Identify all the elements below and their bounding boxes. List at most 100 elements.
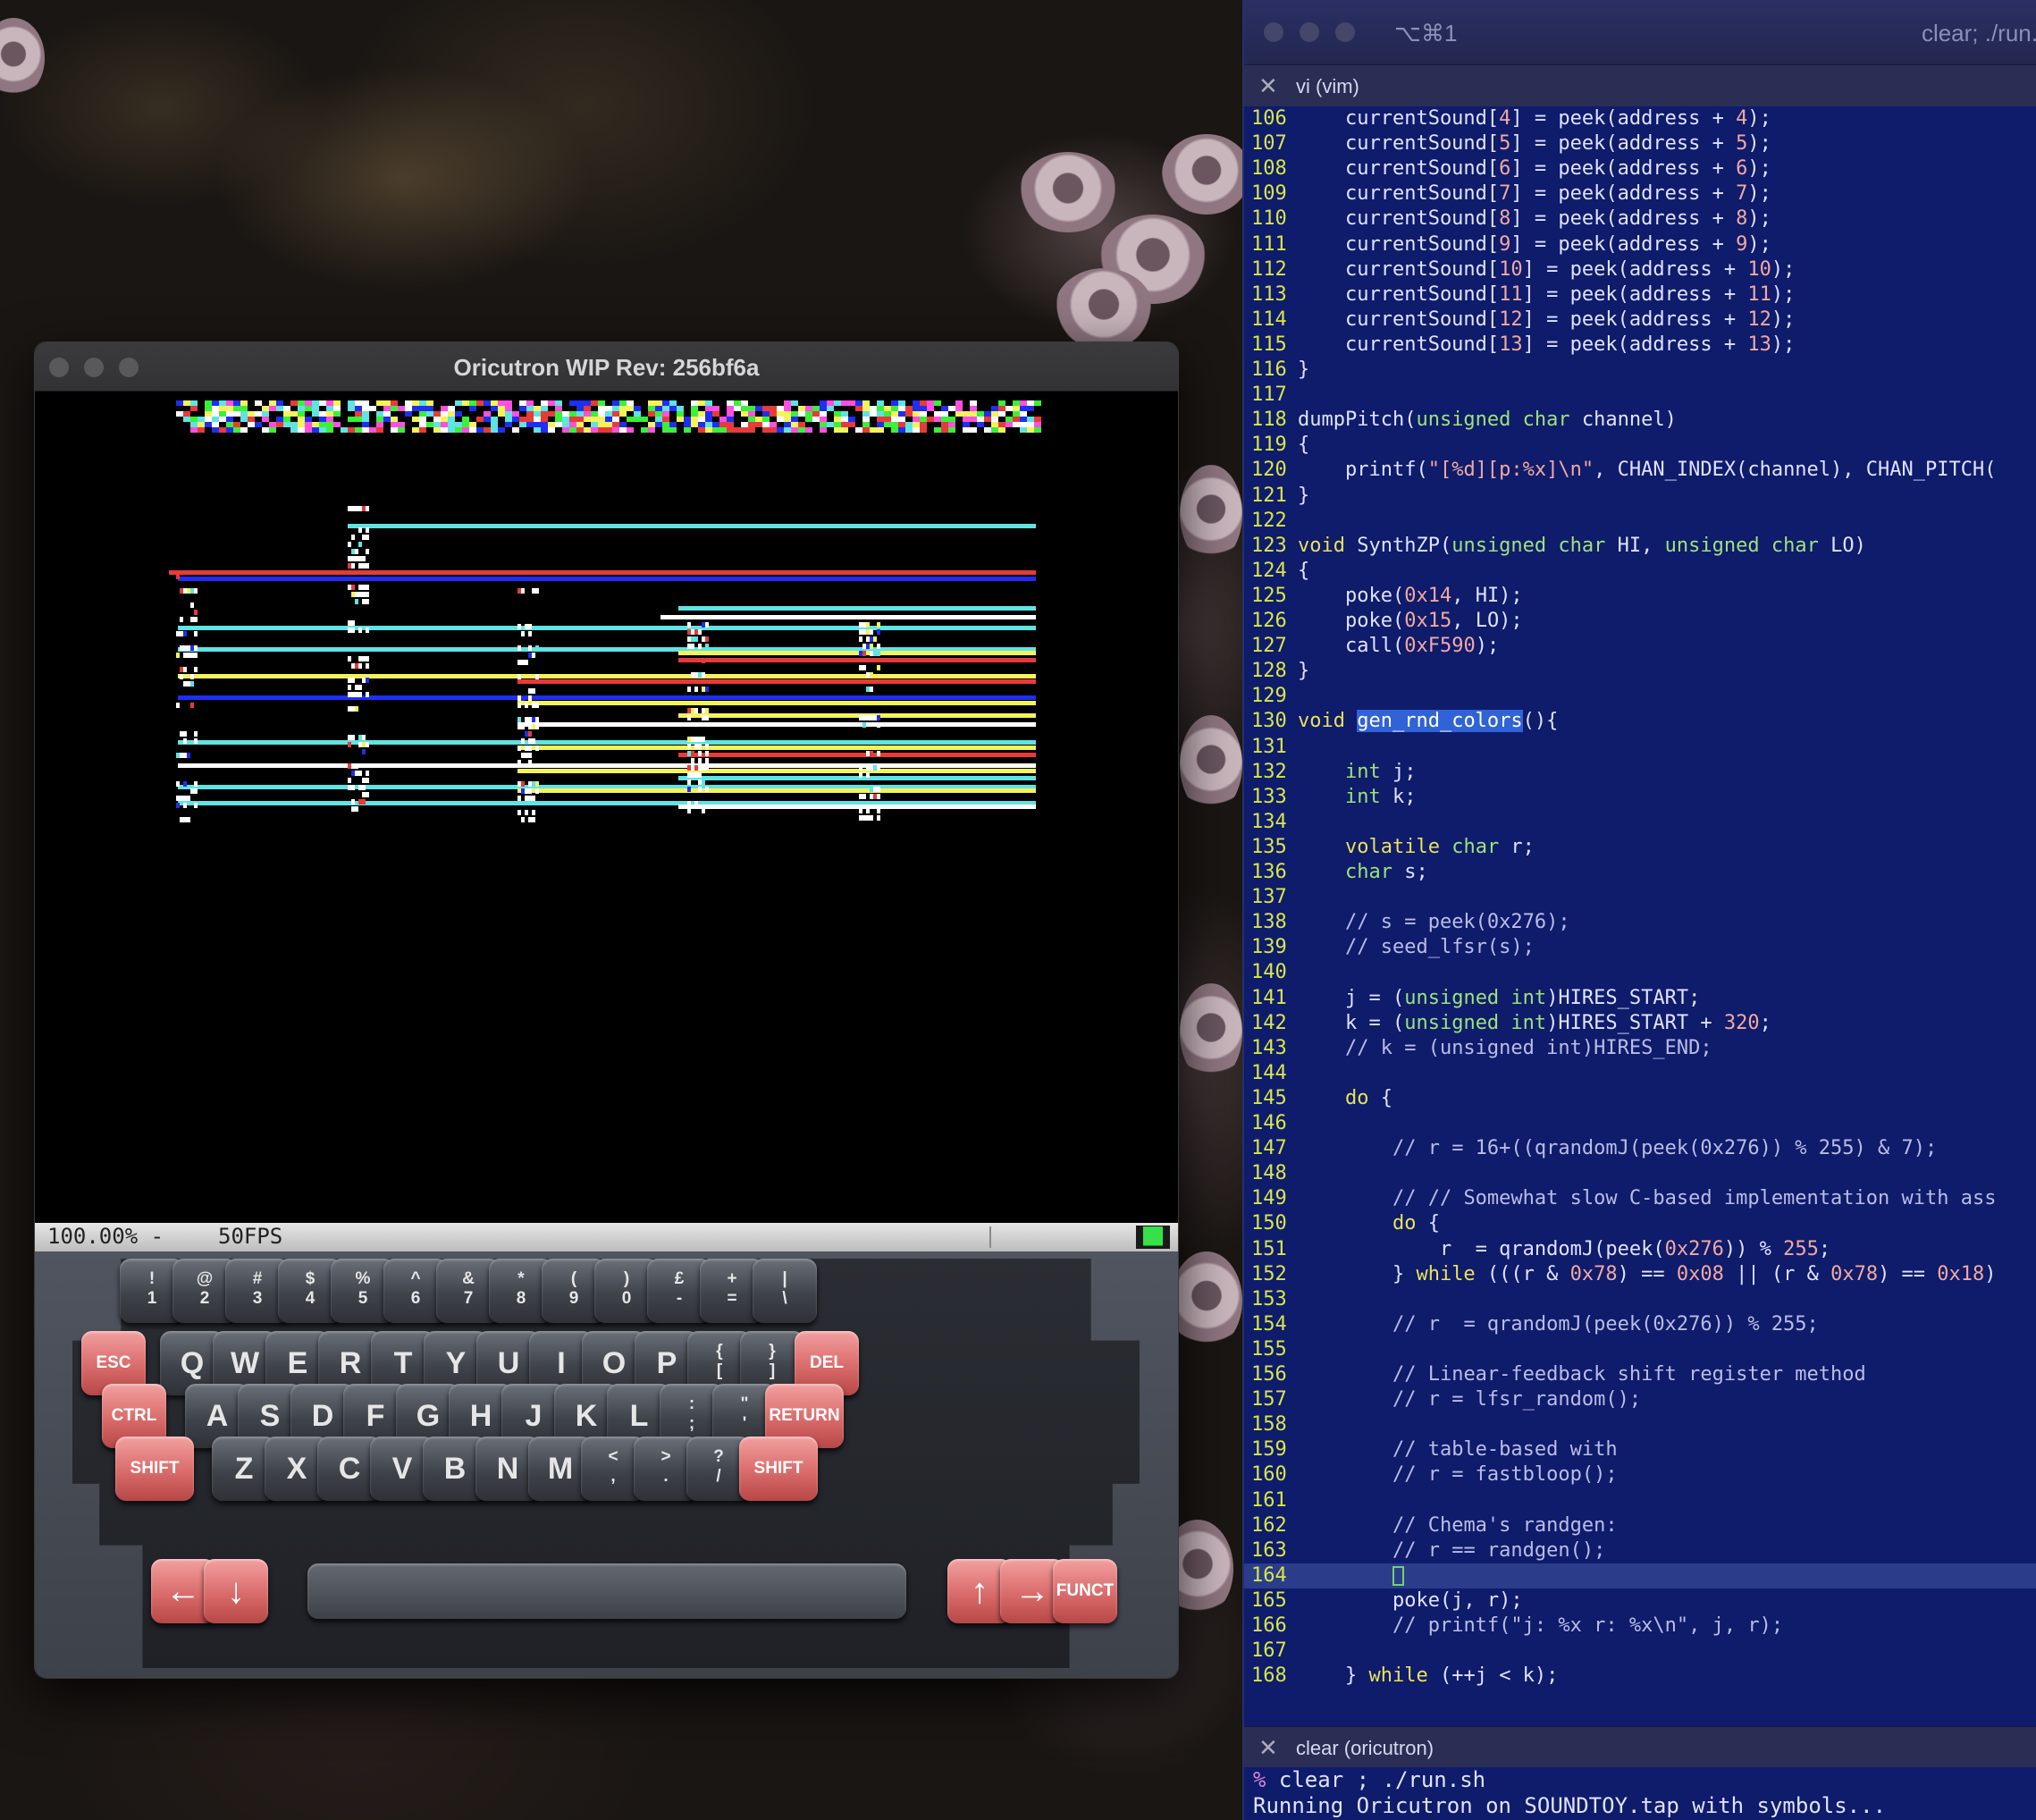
oric-display[interactable]	[35, 392, 1178, 1223]
code-line-142[interactable]: 142 k = (unsigned int)HIRES_START + 320;	[1244, 1011, 2036, 1036]
code-line-148[interactable]: 148	[1244, 1161, 2036, 1186]
minimize-window-button[interactable]	[1300, 22, 1319, 42]
code-line-156[interactable]: 156 // Linear-feedback shift register me…	[1244, 1362, 2036, 1387]
shell-output[interactable]: % clear ; ./run.sh Running Oricutron on …	[1244, 1767, 2036, 1820]
down-arrow-key[interactable]: ↓	[204, 1559, 268, 1623]
code-line-151[interactable]: 151 r = qrandomJ(peek(0x276)) % 255;	[1244, 1237, 2036, 1262]
code-line-114[interactable]: 114 currentSound[12] = peek(address + 12…	[1244, 308, 2036, 333]
code-line-146[interactable]: 146	[1244, 1111, 2036, 1136]
code-line-115[interactable]: 115 currentSound[13] = peek(address + 13…	[1244, 333, 2036, 358]
code-line-136[interactable]: 136 char s;	[1244, 860, 2036, 885]
code-line-160[interactable]: 160 // r = fastbloop();	[1244, 1462, 2036, 1487]
code-line-134[interactable]: 134	[1244, 810, 2036, 835]
code-line-109[interactable]: 109 currentSound[7] = peek(address + 7);	[1244, 181, 2036, 206]
code-line-149[interactable]: 149 // // Somewhat slow C-based implemen…	[1244, 1186, 2036, 1211]
noise-pixel	[1020, 427, 1027, 433]
glyph-pixel	[687, 644, 691, 649]
code-line-161[interactable]: 161	[1244, 1488, 2036, 1513]
code-line-162[interactable]: 162 // Chema's randgen:	[1244, 1513, 2036, 1538]
code-line-137[interactable]: 137	[1244, 885, 2036, 910]
code-line-120[interactable]: 120 printf("[%d][p:%x]\n", CHAN_INDEX(ch…	[1244, 458, 2036, 483]
code-line-131[interactable]: 131	[1244, 735, 2036, 760]
key-\[interactable]: | \	[753, 1259, 817, 1323]
code-line-144[interactable]: 144	[1244, 1061, 2036, 1086]
code-line-116[interactable]: 116}	[1244, 358, 2036, 383]
code-line-127[interactable]: 127 call(0xF590);	[1244, 634, 2036, 659]
code-line-121[interactable]: 121}	[1244, 484, 2036, 509]
noise-pixel	[913, 406, 920, 411]
code-line-158[interactable]: 158	[1244, 1412, 2036, 1437]
glyph-pixel	[870, 629, 873, 635]
editor-pane-tab[interactable]: ✕ vi (vim)	[1244, 64, 2036, 106]
shell-pane-tab[interactable]: ✕ clear (oricutron)	[1244, 1726, 2036, 1768]
code-line-107[interactable]: 107 currentSound[5] = peek(address + 5);	[1244, 131, 2036, 156]
code-line-153[interactable]: 153	[1244, 1287, 2036, 1312]
code-line-168[interactable]: 168 } while (++j < k);	[1244, 1664, 2036, 1689]
close-window-button[interactable]	[1264, 22, 1283, 42]
code-line-165[interactable]: 165 poke(j, r);	[1244, 1588, 2036, 1614]
code-line-147[interactable]: 147 // r = 16+((qrandomJ(peek(0x276)) % …	[1244, 1136, 2036, 1161]
code-line-133[interactable]: 133 int k;	[1244, 785, 2036, 810]
noise-pixel	[870, 406, 877, 411]
funct-key[interactable]: FUNCT	[1053, 1559, 1117, 1623]
code-line-110[interactable]: 110 currentSound[8] = peek(address + 8);	[1244, 206, 2036, 232]
code-line-126[interactable]: 126 poke(0x15, LO);	[1244, 609, 2036, 634]
noise-pixel	[998, 417, 1005, 422]
code-line-164[interactable]: 164	[1244, 1563, 2036, 1588]
code-line-125[interactable]: 125 poke(0x14, HI);	[1244, 584, 2036, 609]
code-line-130[interactable]: 130 void gen_rnd_colors(){	[1244, 709, 2036, 734]
code-line-118[interactable]: 118 dumpPitch(unsigned char channel)	[1244, 408, 2036, 433]
code-line-113[interactable]: 113 currentSound[11] = peek(address + 11…	[1244, 282, 2036, 308]
code-line-139[interactable]: 139 // seed_lfsr(s);	[1244, 935, 2036, 960]
zoom-window-button[interactable]	[1335, 22, 1355, 42]
code-line-128[interactable]: 128}	[1244, 659, 2036, 684]
code-line-155[interactable]: 155	[1244, 1337, 2036, 1362]
code-line-150[interactable]: 150 do {	[1244, 1211, 2036, 1236]
code-line-132[interactable]: 132 int j;	[1244, 760, 2036, 785]
right-shift-key[interactable]: SHIFT	[739, 1437, 818, 1501]
code-line-123[interactable]: 123 void SynthZP(unsigned char HI, unsign…	[1244, 534, 2036, 559]
noise-pixel	[784, 422, 791, 427]
left-shift-key[interactable]: SHIFT	[115, 1437, 194, 1501]
code-line-154[interactable]: 154 // r = qrandomJ(peek(0x276)) % 255;	[1244, 1312, 2036, 1337]
vim-editor[interactable]: 106 currentSound[4] = peek(address + 4);…	[1244, 106, 2036, 1724]
code-line-143[interactable]: 143 // k = (unsigned int)HIRES_END;	[1244, 1036, 2036, 1061]
window-titlebar[interactable]: Oricutron WIP Rev: 256bf6a	[35, 342, 1178, 392]
code-line-166[interactable]: 166 // printf("j: %x r: %x\n", j, r);	[1244, 1614, 2036, 1639]
glyph-pixel	[859, 629, 862, 635]
code-line-141[interactable]: 141 j = (unsigned int)HIRES_START;	[1244, 986, 2036, 1011]
noise-pixel	[283, 417, 290, 422]
code-line-135[interactable]: 135 volatile char r;	[1244, 835, 2036, 860]
terminal-titlebar[interactable]: ⌥⌘1 clear; ./run.	[1244, 0, 2036, 64]
noise-pixel	[812, 411, 820, 417]
code-line-145[interactable]: 145 do {	[1244, 1086, 2036, 1111]
code-line-117[interactable]: 117	[1244, 383, 2036, 408]
code-line-138[interactable]: 138 // s = peek(0x276);	[1244, 910, 2036, 935]
close-icon[interactable]: ✕	[1258, 1734, 1278, 1762]
code-line-159[interactable]: 159 // table-based with	[1244, 1437, 2036, 1462]
noise-pixel	[290, 400, 298, 406]
space-key[interactable]	[307, 1563, 906, 1619]
noise-pixel	[905, 411, 913, 417]
code-line-108[interactable]: 108 currentSound[6] = peek(address + 6);	[1244, 156, 2036, 181]
code-line-122[interactable]: 122	[1244, 509, 2036, 534]
code-line-106[interactable]: 106 currentSound[4] = peek(address + 4);	[1244, 106, 2036, 131]
code-line-129[interactable]: 129	[1244, 684, 2036, 709]
code-line-163[interactable]: 163 // r == randgen();	[1244, 1538, 2036, 1563]
noise-pixel	[812, 427, 820, 433]
glyph-pixel	[705, 644, 709, 649]
close-icon[interactable]: ✕	[1258, 72, 1278, 100]
code-line-157[interactable]: 157 // r = lfsr_random();	[1244, 1387, 2036, 1412]
code-line-111[interactable]: 111 currentSound[9] = peek(address + 9);	[1244, 232, 2036, 257]
noise-pixel	[920, 406, 927, 411]
code-line-112[interactable]: 112 currentSound[10] = peek(address + 10…	[1244, 257, 2036, 282]
code-line-167[interactable]: 167	[1244, 1639, 2036, 1664]
code-line-119[interactable]: 119{	[1244, 433, 2036, 458]
glyph-pixel	[351, 799, 355, 805]
code-line-152[interactable]: 152 } while (((r & 0x78) == 0x08 || (r &…	[1244, 1262, 2036, 1287]
line-number: 132	[1251, 760, 1287, 783]
noise-pixel	[677, 411, 684, 417]
noise-pixel	[226, 400, 233, 406]
code-line-140[interactable]: 140	[1244, 960, 2036, 985]
code-line-124[interactable]: 124{	[1244, 559, 2036, 584]
